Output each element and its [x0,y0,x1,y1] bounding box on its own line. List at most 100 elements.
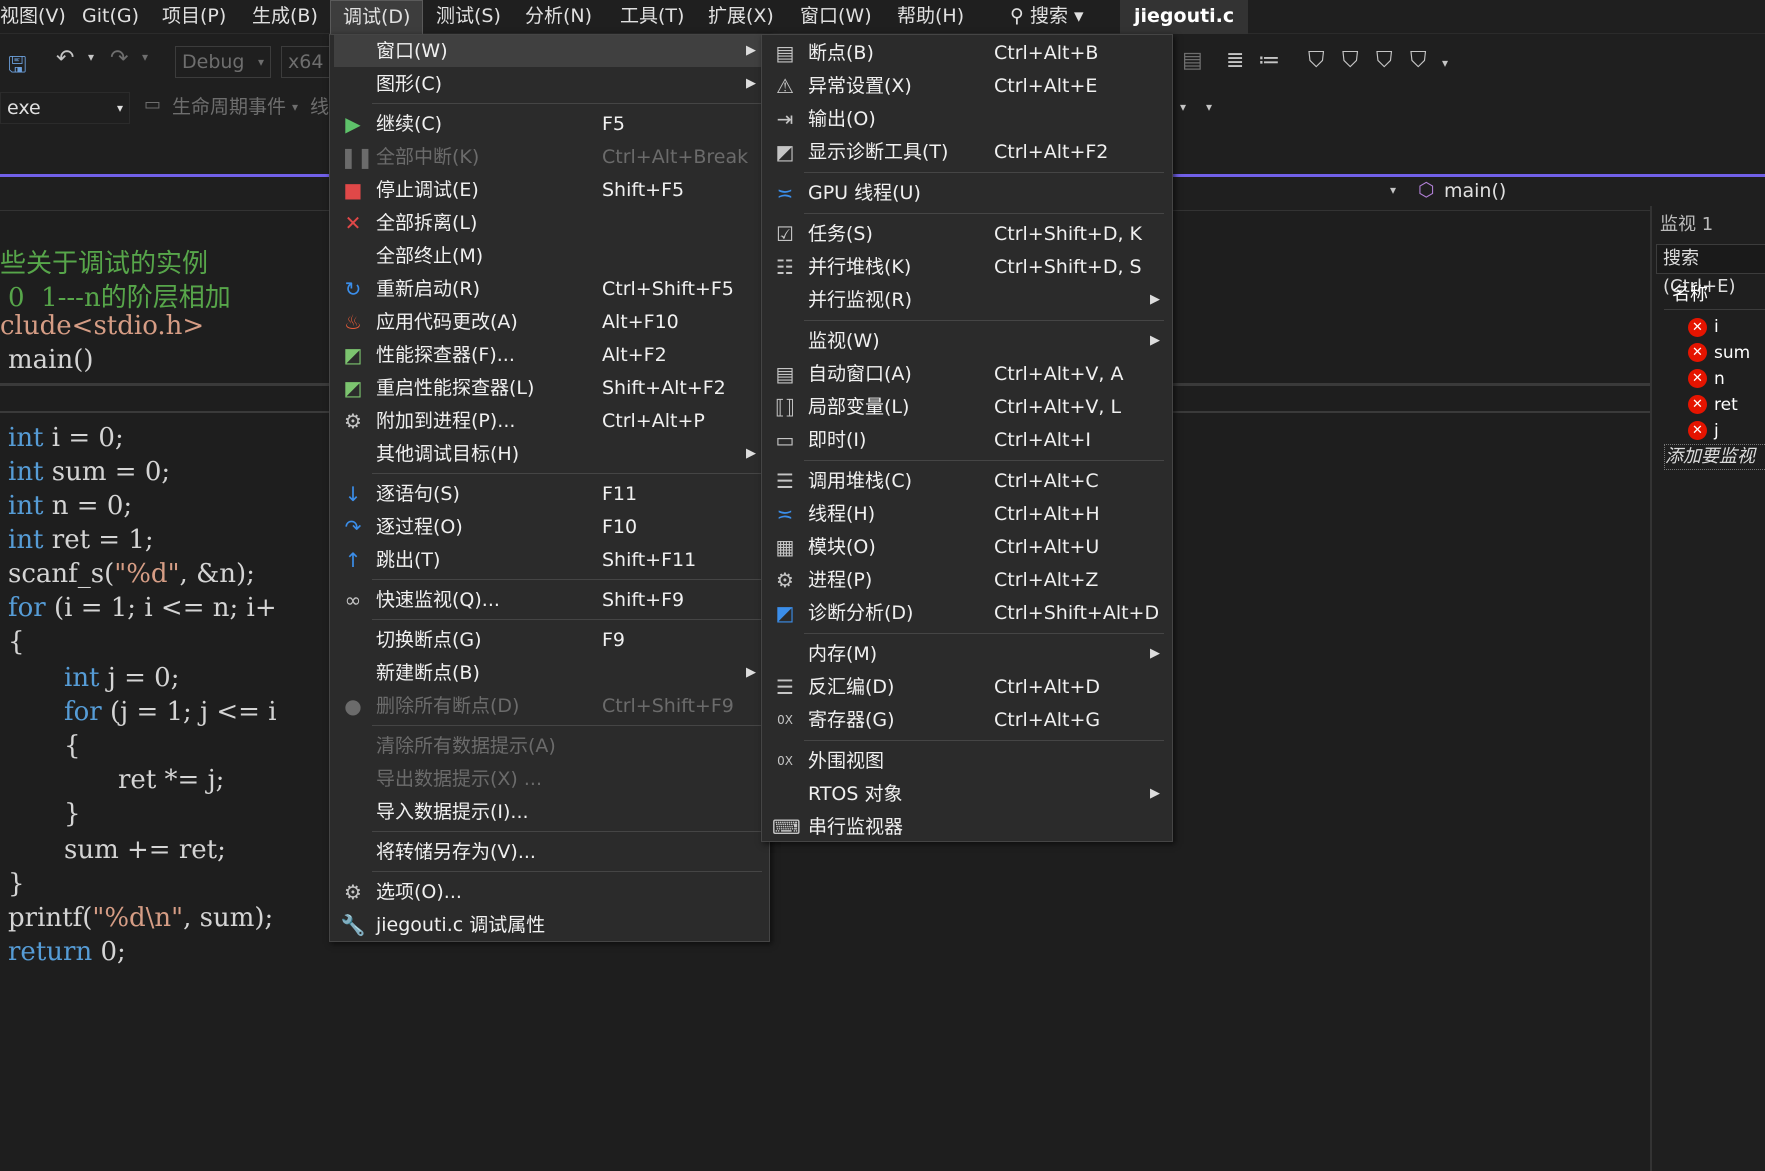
watch-search-input[interactable]: 搜索(Ctrl+E) [1656,244,1765,297]
menu-item-disassembly[interactable]: ☰ 反汇编(D) Ctrl+Alt+D [762,671,1172,703]
lifecycle-events[interactable]: 生命周期事件 [172,92,286,122]
error-icon: ✕ [1688,318,1707,337]
function-select[interactable]: main() [1444,180,1506,202]
watch-row[interactable]: ✕ n [1652,366,1765,392]
menu-item-other-debug-targets[interactable]: 其他调试目标(H) ▶ [330,438,769,470]
menu-item-stop-debugging[interactable]: ■ 停止调试(E) Shift+F5 [330,174,769,206]
menu-item-locals[interactable]: ⟦⟧ 局部变量(L) Ctrl+Alt+V, L [762,391,1172,423]
menu-item-diagnostic-tools[interactable]: ◩ 显示诊断工具(T) Ctrl+Alt+F2 [762,136,1172,168]
menu-analyze[interactable]: 分析(N) [525,0,592,34]
menu-item-debug-properties[interactable]: 🔧 jiegouti.c 调试属性 [330,909,769,941]
menu-item-graphics[interactable]: 图形(C) ▶ [330,68,769,100]
platform-select[interactable]: x64 [281,46,331,78]
menu-item-label: 串行监视器 [808,816,904,838]
scope-dropdown-icon[interactable]: ▾ [1390,183,1396,197]
menu-item-label: 局部变量(L) [808,396,910,418]
code-line: ret *= j; [118,765,225,795]
prev-bookmark-icon[interactable]: ⛉ [1342,48,1359,73]
menu-item-options[interactable]: ⚙ 选项(O)... [330,876,769,908]
bookmark-icon[interactable]: ⛉ [1308,48,1325,73]
menu-project[interactable]: 项目(P) [162,0,226,34]
error-icon: ✕ [1688,343,1707,362]
menu-item-relaunch-profiler[interactable]: ◩ 重启性能探查器(L) Shift+Alt+F2 [330,372,769,404]
indent-icon[interactable]: ≣ [1226,48,1244,73]
menu-separator [372,831,762,832]
menu-item-memory[interactable]: 内存(M) ▶ [762,638,1172,670]
menu-item-immediate[interactable]: ▭ 即时(I) Ctrl+Alt+I [762,424,1172,456]
menu-item-gpu-threads[interactable]: ≍ GPU 线程(U) [762,177,1172,209]
menu-git[interactable]: Git(G) [82,0,139,34]
startup-value: exe [7,97,41,119]
watch-column-name[interactable]: 名称 [1664,280,1765,310]
watch-row[interactable]: ✕ j [1652,418,1765,444]
menu-item-call-stack[interactable]: ☰ 调用堆栈(C) Ctrl+Alt+C [762,465,1172,497]
menu-item-parallel-stacks[interactable]: ☷ 并行堆栈(K) Ctrl+Shift+D, S [762,251,1172,283]
menu-item-quick-watch[interactable]: ∞ 快速监视(Q)... Shift+F9 [330,584,769,616]
menu-view[interactable]: 视图(V) [0,0,66,34]
menu-item-diagnostic-analysis[interactable]: ◩ 诊断分析(D) Ctrl+Shift+Alt+D [762,597,1172,629]
menu-item-label: 全部终止(M) [376,245,484,267]
menu-debug[interactable]: 调试(D) [330,0,424,34]
menu-item-watch[interactable]: 监视(W) ▶ [762,325,1172,357]
menu-item-detach-all[interactable]: ✕ 全部拆离(L) [330,207,769,239]
menu-item-processes[interactable]: ⚙ 进程(P) Ctrl+Alt+Z [762,564,1172,596]
menu-item-attach-to-process[interactable]: ⚙ 附加到进程(P)... Ctrl+Alt+P [330,405,769,437]
menu-item-output[interactable]: ⇥ 输出(O) [762,103,1172,135]
watch-row[interactable]: ✕ i [1652,314,1765,340]
comment-icon[interactable]: ≔ [1258,48,1280,73]
format-icon[interactable]: ▤ [1182,48,1203,73]
lifecycle-dropdown-icon[interactable]: ▾ [292,92,298,122]
menu-item-restart[interactable]: ↻ 重新启动(R) Ctrl+Shift+F5 [330,273,769,305]
menu-item-step-out[interactable]: ↑ 跳出(T) Shift+F11 [330,544,769,576]
undo-dropdown-icon[interactable]: ▾ [88,50,94,64]
redo-dropdown-icon[interactable]: ▾ [142,50,148,64]
wrench-icon: 🔧 [340,913,366,937]
menu-item-import-datatips[interactable]: 导入数据提示(I)... [330,796,769,828]
clear-bookmarks-icon[interactable]: ⛉ [1410,48,1427,73]
menu-item-threads[interactable]: ≍ 线程(H) Ctrl+Alt+H [762,498,1172,530]
menu-item-registers[interactable]: 0X 寄存器(G) Ctrl+Alt+G [762,704,1172,736]
thread-dropdown-icon[interactable]: ▾ [1180,92,1186,122]
toolbar-overflow-icon[interactable]: ▾ [1442,56,1448,70]
redo-icon[interactable]: ↷ [110,46,128,71]
menu-item-shortcut: Ctrl+Alt+G [994,709,1101,731]
menu-item-terminate-all[interactable]: 全部终止(M) [330,240,769,272]
menu-tools[interactable]: 工具(T) [620,0,684,34]
menu-help[interactable]: 帮助(H) [897,0,964,34]
menu-item-window[interactable]: 窗口(W) ▶ [334,35,762,67]
save-icon[interactable]: 🖫 [8,48,27,86]
undo-icon[interactable]: ↶ [56,46,74,71]
menu-item-modules[interactable]: ▦ 模块(O) Ctrl+Alt+U [762,531,1172,563]
menu-item-serial-monitor[interactable]: ⌨ 串行监视器 [762,811,1172,843]
submenu-arrow-icon: ▶ [746,76,756,91]
menu-item-apply-code-changes[interactable]: ♨ 应用代码更改(A) Alt+F10 [330,306,769,338]
watch-row[interactable]: ✕ ret [1652,392,1765,418]
menu-item-exception-settings[interactable]: ⚠ 异常设置(X) Ctrl+Alt+E [762,70,1172,102]
code-line: 0 1---n的阶层相加 [8,283,231,313]
menu-item-breakpoints[interactable]: ▤ 断点(B) Ctrl+Alt+B [762,37,1172,69]
menu-item-step-into[interactable]: ↓ 逐语句(S) F11 [330,478,769,510]
menu-window[interactable]: 窗口(W) [800,0,872,34]
startup-select[interactable]: exe ▾ [0,92,130,124]
menu-item-rtos-objects[interactable]: RTOS 对象 ▶ [762,778,1172,810]
watch-add-item[interactable]: 添加要监视 [1664,444,1765,470]
menu-item-continue[interactable]: ▶ 继续(C) F5 [330,108,769,140]
menu-item-toggle-breakpoint[interactable]: 切换断点(G) F9 [330,624,769,656]
menu-item-performance-profiler[interactable]: ◩ 性能探查器(F)... Alt+F2 [330,339,769,371]
menu-extensions[interactable]: 扩展(X) [708,0,774,34]
menu-item-parallel-watch[interactable]: 并行监视(R) ▶ [762,284,1172,316]
menu-item-label: 图形(C) [376,73,443,95]
menu-item-peripheral-view[interactable]: 0X 外围视图 [762,745,1172,777]
toolbar2-overflow-icon[interactable]: ▾ [1206,100,1212,114]
menu-build[interactable]: 生成(B) [252,0,318,34]
search-button[interactable]: ⚲ 搜索 ▾ [1010,0,1084,34]
menu-test[interactable]: 测试(S) [436,0,501,34]
menu-item-tasks[interactable]: ☑ 任务(S) Ctrl+Shift+D, K [762,218,1172,250]
menu-item-save-dump[interactable]: 将转储另存为(V)... [330,836,769,868]
menu-item-new-breakpoint[interactable]: 新建断点(B) ▶ [330,657,769,689]
configuration-select[interactable]: Debug ▾ [175,46,271,78]
next-bookmark-icon[interactable]: ⛉ [1376,48,1393,73]
menu-item-autos[interactable]: ▤ 自动窗口(A) Ctrl+Alt+V, A [762,358,1172,390]
watch-row[interactable]: ✕ sum [1652,340,1765,366]
menu-item-step-over[interactable]: ↷ 逐过程(O) F10 [330,511,769,543]
